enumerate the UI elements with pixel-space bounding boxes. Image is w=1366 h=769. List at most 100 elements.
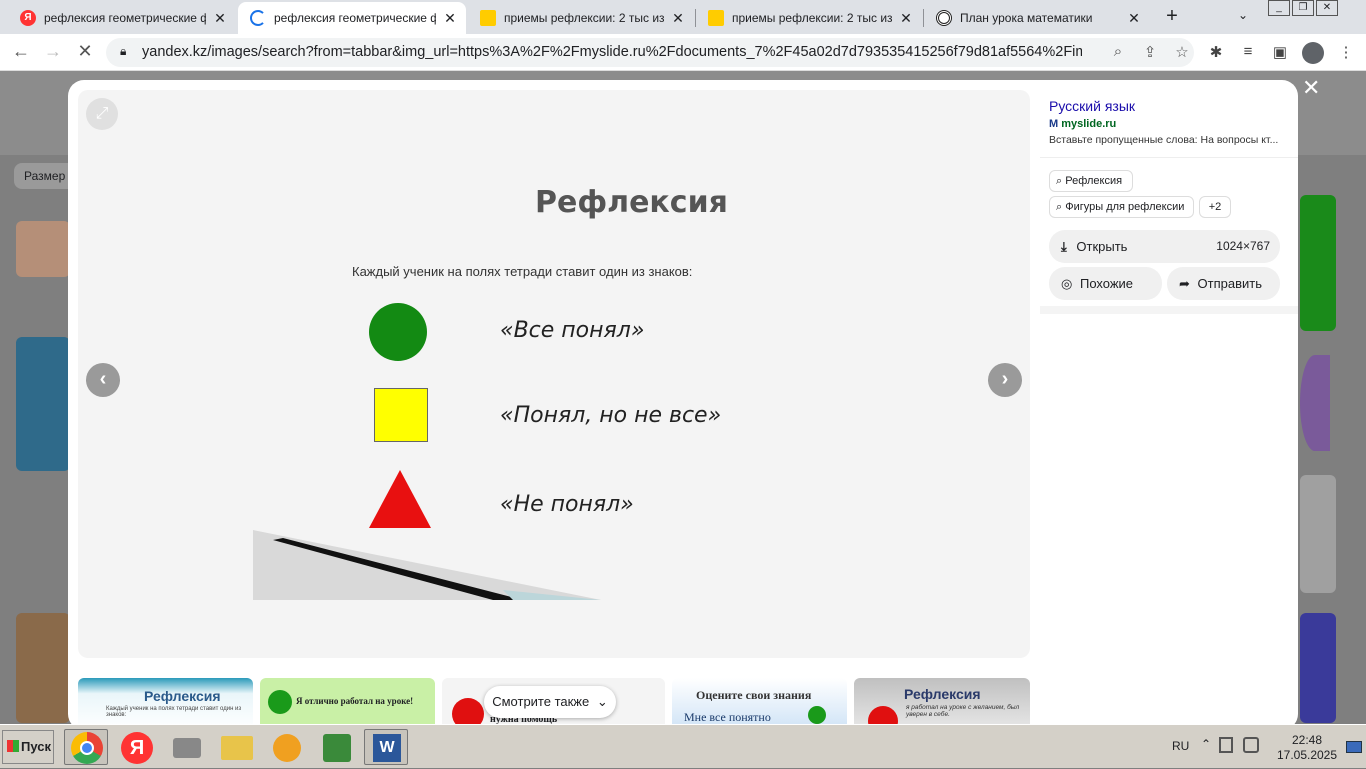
size-filter-label: Размер: [24, 169, 66, 183]
tag-label: Рефлексия: [1065, 175, 1123, 187]
bg-thumbnail[interactable]: [16, 337, 70, 471]
next-image-button[interactable]: ›: [988, 363, 1022, 397]
tab-2[interactable]: рефлексия геометрические фиг ✕: [238, 2, 466, 34]
extensions-icon[interactable]: ✱: [1204, 43, 1228, 61]
share-button[interactable]: ➦ Отправить: [1167, 267, 1280, 300]
tag-chip[interactable]: ⌕ Рефлексия: [1049, 170, 1133, 192]
clock-time: 22:48: [1291, 733, 1323, 747]
back-button[interactable]: ←: [10, 41, 32, 62]
clipboard-icon[interactable]: [1219, 737, 1233, 753]
chevron-up-icon[interactable]: ⌃: [1201, 737, 1211, 751]
related-thumbnail[interactable]: Я отлично работал на уроке!: [260, 678, 435, 724]
printer-taskbar-button[interactable]: [164, 729, 208, 765]
stop-button[interactable]: ✕: [74, 41, 96, 62]
image-icon: [480, 10, 496, 26]
close-icon[interactable]: ✕: [898, 10, 914, 27]
new-tab-button[interactable]: +: [1160, 5, 1184, 28]
start-button[interactable]: Пуск: [2, 730, 54, 764]
taskbar: Пуск Я W RU ⌃ 22:48 17.05.2025: [0, 724, 1366, 768]
search-icon: ⌕: [1056, 175, 1063, 187]
language-indicator[interactable]: RU: [1172, 739, 1189, 753]
close-icon[interactable]: ✕: [212, 10, 228, 27]
chrome-taskbar-button[interactable]: [64, 729, 108, 765]
see-also-button[interactable]: Смотрите также ⌄: [484, 686, 616, 718]
slide-image: Рефлексия Каждый ученик на полях тетради…: [253, 170, 773, 600]
more-tags-chip[interactable]: +2: [1199, 196, 1231, 218]
media-icon[interactable]: ≡: [1236, 43, 1260, 60]
tab-3[interactable]: приемы рефлексии: 2 тыс изобр ✕: [468, 2, 694, 34]
tab-1[interactable]: Я рефлексия геометрические фиг ✕: [8, 2, 236, 34]
explorer-taskbar-button[interactable]: [214, 729, 258, 765]
bg-thumbnail[interactable]: [1300, 475, 1336, 593]
side-panel-icon[interactable]: ▣: [1268, 43, 1292, 61]
thumb-title: Оцените свои знания: [696, 688, 812, 702]
related-thumbnail[interactable]: Рефлексия я работал на уроке с желанием,…: [854, 678, 1030, 724]
source-site-link[interactable]: М myslide.ru: [1049, 118, 1116, 130]
yandex-taskbar-button[interactable]: Я: [114, 729, 158, 765]
keyhole-icon: [273, 734, 301, 762]
checklist-taskbar-button[interactable]: [314, 729, 358, 765]
forward-button[interactable]: →: [42, 41, 64, 62]
close-icon[interactable]: ✕: [1126, 10, 1142, 27]
show-desktop-icon[interactable]: [1346, 741, 1362, 753]
printer-icon: [173, 738, 201, 758]
bg-thumbnail[interactable]: [16, 613, 70, 723]
close-icon[interactable]: ✕: [442, 10, 458, 27]
clock[interactable]: 22:48 17.05.2025: [1272, 733, 1342, 763]
tab-4[interactable]: приемы рефлексии: 2 тыс изобр ✕: [696, 2, 922, 34]
source-title-link[interactable]: Русский язык: [1049, 98, 1135, 114]
zoom-icon[interactable]: ⌕: [1102, 43, 1134, 61]
similar-button[interactable]: ◎ Похожие: [1049, 267, 1162, 300]
avatar[interactable]: [1302, 42, 1324, 64]
close-window-button[interactable]: ✕: [1316, 0, 1338, 16]
chevron-down-icon: ⌄: [596, 694, 608, 709]
close-viewer-button[interactable]: ✕: [1302, 75, 1320, 101]
yandex-browser-icon: Я: [121, 732, 153, 764]
green-circle-shape: [268, 690, 292, 714]
app-taskbar-button[interactable]: [264, 729, 308, 765]
windows-logo-icon: [7, 740, 19, 752]
bg-thumbnail[interactable]: [1300, 195, 1336, 331]
divider: [1040, 157, 1298, 158]
address-bar[interactable]: 🔒︎ yandex.kz/images/search?from=tabbar&i…: [106, 38, 1194, 67]
prev-image-button[interactable]: ‹: [86, 363, 120, 397]
openai-icon: [936, 10, 952, 26]
slide-item-label: «Не понял»: [500, 492, 634, 517]
open-image-button[interactable]: ⤓ Открыть 1024×767: [1049, 230, 1280, 263]
maximize-button[interactable]: ❐: [1292, 0, 1314, 16]
bg-thumbnail[interactable]: [16, 221, 70, 277]
word-taskbar-button[interactable]: W: [364, 729, 408, 765]
expand-icon[interactable]: ⤢: [86, 98, 118, 130]
image-size: 1024×767: [1216, 239, 1270, 253]
checklist-icon: [323, 734, 351, 762]
chevron-down-icon[interactable]: ⌄: [1238, 8, 1248, 22]
image-icon: [708, 10, 724, 26]
slide-title: Рефлексия: [535, 185, 728, 220]
url-text[interactable]: yandex.kz/images/search?from=tabbar&img_…: [142, 44, 1082, 60]
start-label: Пуск: [21, 739, 51, 754]
bookmark-star-icon[interactable]: ☆: [1166, 43, 1198, 61]
share-icon[interactable]: ⇪: [1134, 43, 1166, 61]
image-viewer-modal: ⤢ ‹ › Рефлексия Каждый ученик на полях т…: [68, 80, 1298, 724]
site-favicon: М: [1049, 118, 1059, 130]
size-filter[interactable]: Размер: [14, 163, 76, 189]
bg-thumbnail[interactable]: [1300, 613, 1336, 723]
tab-5[interactable]: План урока математики ✕: [924, 2, 1150, 34]
see-also-label: Смотрите также: [492, 694, 590, 709]
tab-title: приемы рефлексии: 2 тыс изобр: [504, 11, 664, 25]
close-icon[interactable]: ✕: [670, 10, 686, 27]
network-icon[interactable]: [1243, 737, 1259, 753]
tab-title: рефлексия геометрические фиг: [44, 11, 206, 25]
menu-icon[interactable]: ⋮: [1334, 43, 1358, 61]
related-thumbnail[interactable]: Рефлексия Каждый ученик на полях тетради…: [78, 678, 253, 724]
tag-chip[interactable]: ⌕ Фигуры для рефлексии: [1049, 196, 1194, 218]
thumb-text: я работал на уроке с желанием, был увере…: [906, 704, 1020, 718]
minimize-button[interactable]: _: [1268, 0, 1290, 16]
tab-title: приемы рефлексии: 2 тыс изобр: [732, 11, 892, 25]
thumb-text: Каждый ученик на полях тетради ставит од…: [106, 706, 242, 718]
bg-thumbnail[interactable]: [1300, 355, 1330, 451]
red-circle-shape: [452, 698, 484, 724]
related-thumbnail[interactable]: Оцените свои знания Мне все понятно: [672, 678, 847, 724]
share-arrow-icon: ➦: [1179, 276, 1190, 291]
lock-icon[interactable]: 🔒︎: [120, 44, 126, 59]
